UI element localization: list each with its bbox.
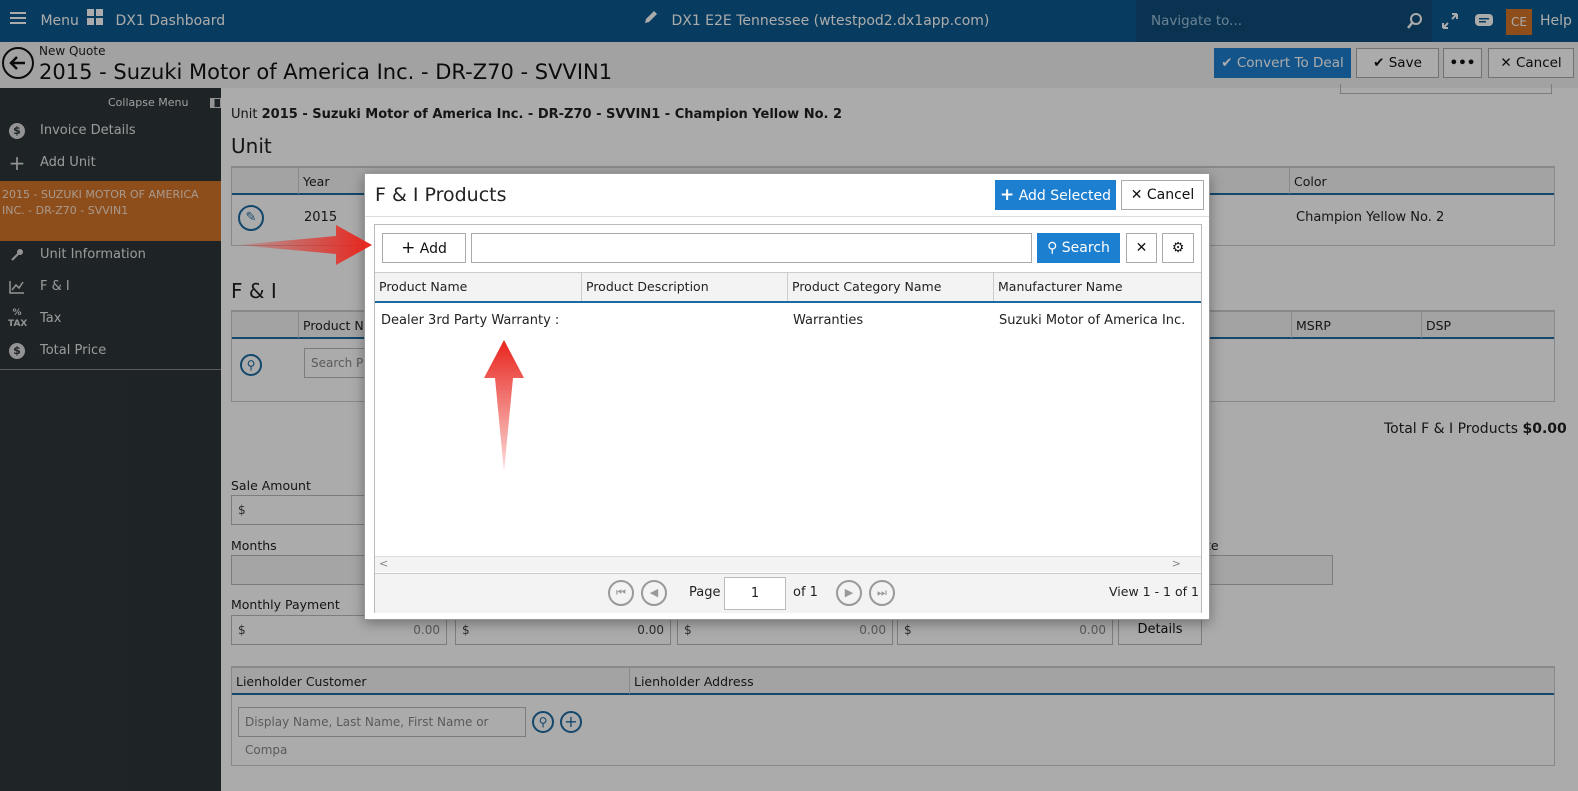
column-product-category-name[interactable]: Product Category Name <box>787 273 993 301</box>
view-range-label: View 1 - 1 of 1 <box>1109 584 1199 599</box>
search-button[interactable]: ⚲ Search <box>1037 233 1120 263</box>
close-icon: ✕ <box>1135 240 1148 256</box>
plus-icon: + <box>1000 185 1015 205</box>
scroll-right-icon: > <box>1171 557 1181 570</box>
page-count-label: of 1 <box>793 585 818 600</box>
dialog-cancel-button[interactable]: ✕ Cancel <box>1121 180 1204 210</box>
scroll-left-icon: < <box>379 557 389 570</box>
pager-bar <box>375 573 1201 613</box>
manufacturer-cell: Suzuki Motor of America Inc. <box>999 313 1186 328</box>
last-page-button[interactable]: ⏭ <box>869 580 895 606</box>
next-page-icon: ▶ <box>844 586 854 599</box>
add-product-button[interactable]: + Add <box>382 233 466 263</box>
page-number-input[interactable]: 1 <box>724 577 786 610</box>
last-page-icon: ⏭ <box>877 586 887 599</box>
first-page-button[interactable]: ⏮ <box>608 580 634 606</box>
dialog-title: F & I Products <box>375 184 507 206</box>
search-icon: ⚲ <box>1047 240 1058 256</box>
clear-search-button[interactable]: ✕ <box>1126 233 1157 263</box>
column-product-name[interactable]: Product Name <box>375 273 581 301</box>
page-label: Page <box>689 585 721 600</box>
close-icon: ✕ <box>1130 187 1143 203</box>
table-row[interactable]: Dealer 3rd Party Warranty : Warranties S… <box>375 307 1201 335</box>
category-cell: Warranties <box>793 313 864 328</box>
plus-icon: + <box>401 238 416 258</box>
product-name-cell: Dealer 3rd Party Warranty : <box>381 313 560 328</box>
next-page-button[interactable]: ▶ <box>836 580 862 606</box>
settings-button[interactable]: ⚙ <box>1162 233 1194 263</box>
column-manufacturer-name[interactable]: Manufacturer Name <box>993 273 1201 301</box>
product-search-input[interactable] <box>471 233 1032 263</box>
column-product-description[interactable]: Product Description <box>581 273 787 301</box>
gear-icon: ⚙ <box>1171 240 1185 256</box>
search-label: Search <box>1061 240 1110 256</box>
dialog-cancel-label: Cancel <box>1146 187 1195 203</box>
add-label: Add <box>419 241 447 257</box>
prev-page-icon: ◀ <box>649 586 659 599</box>
dialog-divider <box>365 216 1209 217</box>
products-grid-header: Product Name Product Description Product… <box>375 272 1201 303</box>
annotation-arrow-right-icon <box>238 225 372 265</box>
prev-page-button[interactable]: ◀ <box>641 580 667 606</box>
add-selected-button[interactable]: + Add Selected <box>995 180 1116 210</box>
annotation-arrow-up-icon <box>484 340 524 472</box>
horizontal-scrollbar[interactable]: < > <box>375 556 1201 572</box>
add-selected-label: Add Selected <box>1018 188 1111 204</box>
first-page-icon: ⏮ <box>616 586 626 599</box>
